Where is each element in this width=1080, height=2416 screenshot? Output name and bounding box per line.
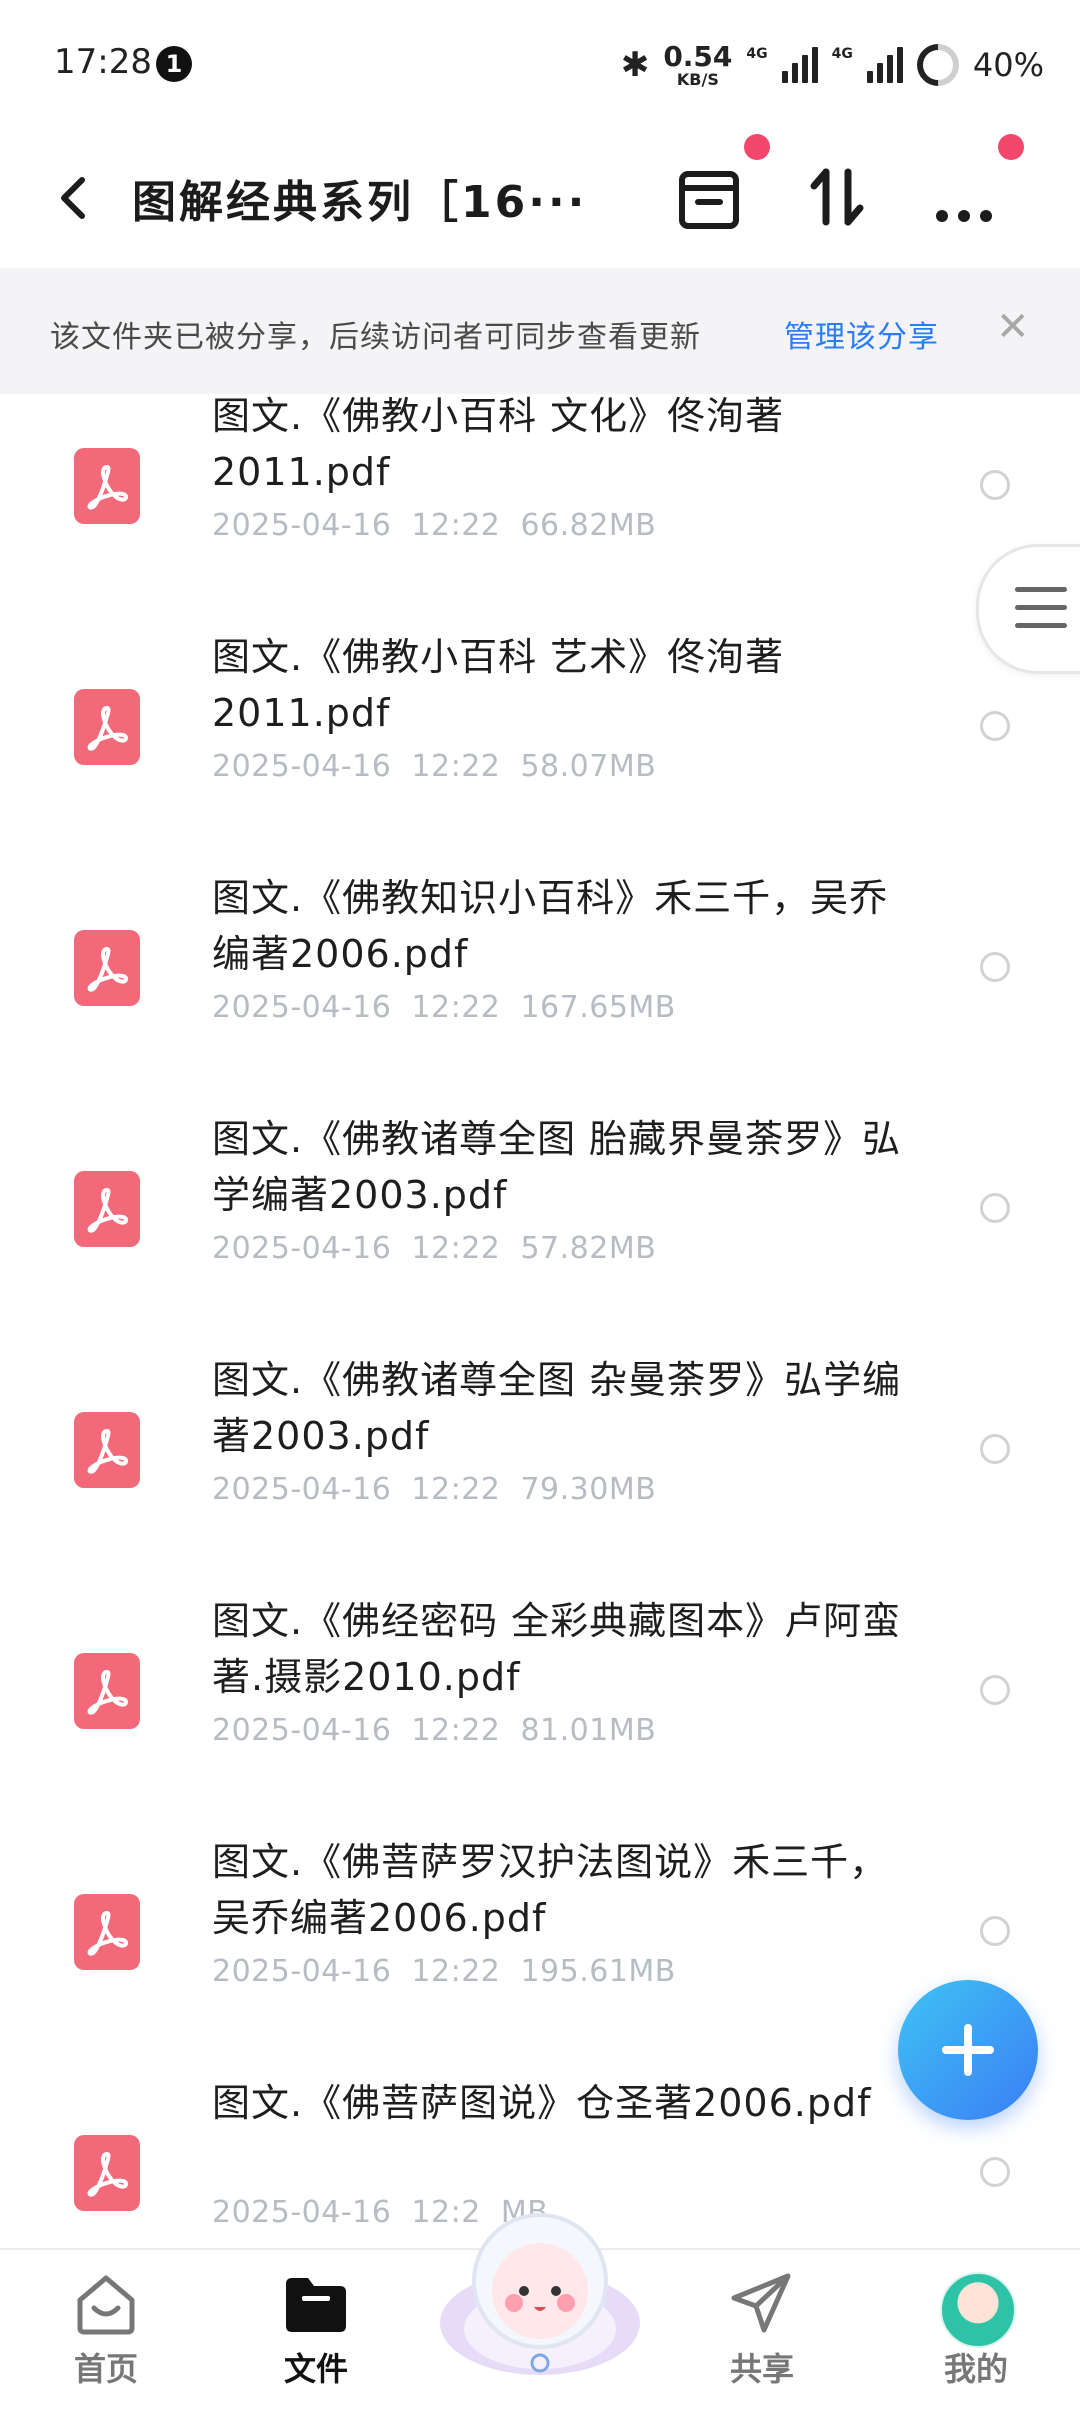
file-meta: 2025-04-16 12:22 66.82MB [212,508,657,543]
select-checkbox[interactable] [980,1193,1010,1223]
notification-badge: 1 [156,46,192,82]
pdf-icon [74,448,140,524]
header-bar: 图解经典系列［16··· [0,130,1080,265]
nav-share[interactable]: 共享 [682,2250,842,2416]
file-meta: 2025-04-16 12:22 79.30MB [212,1472,657,1507]
status-icons: ✱ 0.54 KB/S 4G 4G 40% [620,35,1044,95]
file-row[interactable]: 图文.《佛教小百科 文化》佟洵著2011.pdf 2025-04-16 12:2… [0,394,1080,561]
notification-dot [744,134,770,160]
network-type-2: 4G [831,46,853,62]
file-meta: 2025-04-16 12:22 195.61MB [212,1954,676,1989]
home-icon [77,2275,135,2335]
chevron-left-icon [61,177,85,219]
status-bar: 17:28 1 ✱ 0.54 KB/S 4G 4G 40% [0,0,1080,130]
nav-files-label: 文件 [283,2350,348,2388]
network-speed: 0.54 KB/S [663,39,733,89]
file-meta: 2025-04-16 12:22 81.01MB [212,1713,657,1748]
select-checkbox[interactable] [980,1916,1010,1946]
file-row[interactable]: 图文.《佛教小百科 艺术》佟洵著2011.pdf 2025-04-16 12:2… [0,561,1080,802]
pdf-icon [74,689,140,765]
add-button[interactable] [898,1980,1038,2120]
file-row[interactable]: 图文.《佛教诸尊全图 杂曼荼罗》弘学编著2003.pdf 2025-04-16 … [0,1284,1080,1525]
nav-mine[interactable]: 我的 [896,2250,1056,2416]
file-row[interactable]: 图文.《佛经密码 全彩典藏图本》卢阿蛮著.摄影2010.pdf 2025-04-… [0,1525,1080,1766]
archive-icon [679,171,739,229]
file-row[interactable]: 图文.《佛教诸尊全图 胎藏界曼荼罗》弘学编著2003.pdf 2025-04-1… [0,1043,1080,1284]
file-row[interactable]: 图文.《佛菩萨罗汉护法图说》禾三千，吴乔编著2006.pdf 2025-04-1… [0,1766,1080,2007]
pdf-icon [74,930,140,1006]
file-meta: 2025-04-16 12:22 58.07MB [212,749,657,784]
mascot-icon [440,2213,640,2375]
back-button[interactable] [50,170,100,226]
pdf-icon [74,1412,140,1488]
file-name: 图文.《佛教诸尊全图 杂曼荼罗》弘学编著2003.pdf [212,1358,902,1458]
more-button[interactable] [920,152,1010,242]
bottom-nav: 首页 文件 共享 我的 [0,2213,1080,2416]
signal-icon [866,47,903,83]
pdf-icon [74,1171,140,1247]
select-checkbox[interactable] [980,711,1010,741]
sort-button[interactable] [792,152,882,242]
page-title: 图解经典系列［16··· [132,177,588,228]
notification-dot [998,134,1024,160]
file-name: 图文.《佛菩萨罗汉护法图说》禾三千，吴乔编著2006.pdf [212,1840,889,1940]
select-checkbox[interactable] [980,470,1010,500]
assistant-mascot[interactable] [430,2195,650,2395]
file-name: 图文.《佛教诸尊全图 胎藏界曼荼罗》弘学编著2003.pdf [212,1117,902,1217]
select-checkbox[interactable] [980,952,1010,982]
nav-files[interactable]: 文件 [236,2250,396,2416]
nav-home-label: 首页 [73,2350,138,2388]
bluetooth-icon: ✱ [620,45,650,85]
nav-home[interactable]: 首页 [26,2250,186,2416]
avatar [940,2272,1016,2348]
file-name: 图文.《佛菩萨图说》仓圣著2006.pdf [212,2081,872,2125]
nav-mine-label: 我的 [943,2350,1008,2388]
file-list[interactable]: 图文.《佛教小百科 文化》佟洵著2011.pdf 2025-04-16 12:2… [0,394,1080,2248]
network-type-1: 4G [746,46,768,62]
send-icon [731,2273,791,2333]
pdf-icon [74,2135,140,2211]
select-checkbox[interactable] [980,1675,1010,1705]
nav-share-label: 共享 [729,2350,794,2388]
battery-icon [908,35,968,95]
file-name: 图文.《佛经密码 全彩典藏图本》卢阿蛮著.摄影2010.pdf [212,1599,902,1699]
sort-icon [810,168,864,226]
file-name: 图文.《佛教小百科 文化》佟洵著2011.pdf [212,394,785,494]
folder-icon [286,2278,346,2332]
file-row[interactable]: 图文.《佛教知识小百科》禾三千，吴乔编著2006.pdf 2025-04-16 … [0,802,1080,1043]
file-meta: 2025-04-16 12:22 167.65MB [212,990,676,1025]
pdf-icon [74,1653,140,1729]
pdf-icon [74,1894,140,1970]
manage-share-link[interactable]: 管理该分享 [784,312,939,356]
recycle-bin-button[interactable] [664,152,754,242]
share-notice-text: 该文件夹已被分享，后续访问者可同步查看更新 [50,320,701,355]
signal-icon [781,47,818,83]
file-name: 图文.《佛教小百科 艺术》佟洵著2011.pdf [212,635,785,735]
select-checkbox[interactable] [980,1434,1010,1464]
file-name: 图文.《佛教知识小百科》禾三千，吴乔编著2006.pdf [212,876,889,976]
select-checkbox[interactable] [980,2157,1010,2187]
status-time: 17:28 [54,42,152,82]
close-icon[interactable]: ✕ [996,304,1030,350]
battery-level: 40% [972,46,1044,84]
more-icon [936,210,992,222]
share-notice-banner: 该文件夹已被分享，后续访问者可同步查看更新 管理该分享 ✕ [0,268,1080,394]
file-meta: 2025-04-16 12:22 57.82MB [212,1231,657,1266]
